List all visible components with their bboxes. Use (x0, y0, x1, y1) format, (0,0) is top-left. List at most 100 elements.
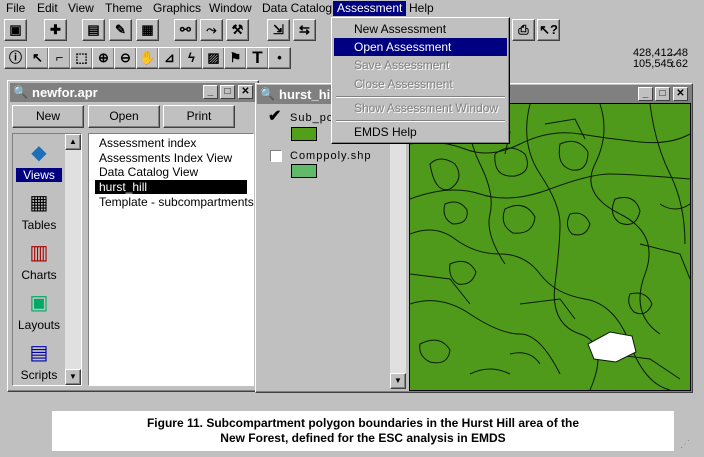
menu-separator (336, 96, 505, 98)
menu-emds-help[interactable]: EMDS Help (334, 123, 507, 141)
zoom-in-icon: ⊕ (98, 50, 109, 65)
menu-show-assessment-window: Show Assessment Window (354, 101, 499, 115)
list-item[interactable]: Assessment index (97, 136, 198, 150)
print-doc-button[interactable]: Print (163, 105, 235, 128)
doc-type-strip: ◆ Views ▦ Tables ▥ Charts ▣ Layouts ▤ Sc… (12, 133, 82, 386)
print-button[interactable]: ⎙ (512, 19, 535, 41)
doc-type-layouts[interactable]: ▣ Layouts (16, 288, 62, 332)
menu-open-assessment[interactable]: Open Assessment (334, 38, 507, 56)
magnifier-icon: 🔍 (260, 87, 275, 101)
open-table-button[interactable]: ▦ (136, 19, 159, 41)
project-window-title: newfor.apr (32, 85, 98, 100)
menu-separator (336, 120, 505, 122)
menu-edit[interactable]: Edit (33, 1, 62, 16)
chart-doc-icon: ▥ (29, 242, 49, 264)
theme-checkbox-unchecked[interactable] (270, 150, 282, 162)
menu-bar: File Edit View Theme Graphics Window Dat… (0, 0, 704, 17)
menu-graphics[interactable]: Graphics (149, 1, 205, 16)
hotlink-tool[interactable]: ϟ (180, 47, 203, 69)
menu-help[interactable]: Help (405, 1, 438, 16)
locate-address-button[interactable]: ⤳ (200, 19, 223, 41)
pointer-tool[interactable]: ↖ (26, 47, 49, 69)
menu-view[interactable]: View (64, 1, 98, 16)
new-button[interactable]: New (12, 105, 84, 128)
brush-icon: ✎ (115, 22, 126, 37)
measure-icon: ⊿ (164, 50, 175, 65)
menu-new-assessment[interactable]: New Assessment (334, 20, 507, 38)
zoom-in-tool[interactable]: ⊕ (92, 47, 115, 69)
caption-line-1: Figure 11. Subcompartment polygon bounda… (146, 416, 580, 430)
vertex-edit-tool[interactable]: ⌐ (48, 47, 71, 69)
polygon-boundaries (410, 104, 690, 390)
zoom-out-tool[interactable]: ⊖ (114, 47, 137, 69)
caption-line-2: New Forest, defined for the ESC analysis… (220, 431, 506, 445)
resize-grip-icon[interactable]: ⋰ (680, 438, 694, 452)
view-close-button[interactable]: ✕ (673, 87, 688, 101)
magnifier-icon: 🔍 (13, 85, 28, 99)
pointer-icon: ↖ (32, 50, 43, 65)
maximize-button[interactable]: □ (220, 85, 235, 99)
scroll-down-arrow[interactable]: ▼ (65, 369, 81, 385)
select-feature-icon: ⬚ (75, 50, 88, 65)
draw-point-tool[interactable]: • (268, 47, 291, 69)
menu-theme[interactable]: Theme (101, 1, 146, 16)
text-tool[interactable]: T (246, 47, 269, 69)
menu-file[interactable]: File (2, 1, 29, 16)
view-window-title: hurst_hill (279, 87, 338, 102)
binoculars-icon: ⚯ (180, 22, 191, 37)
find-button[interactable]: ⚯ (174, 19, 197, 41)
white-polygon (587, 331, 637, 363)
table-doc-icon: ▦ (29, 192, 49, 214)
map-display[interactable] (409, 103, 691, 391)
layout-doc-icon: ▣ (29, 292, 49, 314)
save-project-button[interactable]: ▣ (4, 19, 27, 41)
view-maximize-button[interactable]: □ (655, 87, 670, 101)
open-button[interactable]: Open (88, 105, 160, 128)
doc-type-scrollbar[interactable]: ▲ ▼ (65, 134, 81, 385)
label-icon: ⚑ (229, 50, 242, 65)
view-minimize-button[interactable]: _ (638, 87, 653, 101)
area-of-interest-tool[interactable]: ▨ (202, 47, 225, 69)
theme-legend-swatch (291, 127, 317, 141)
help-button[interactable]: ↖? (537, 19, 560, 41)
doc-type-charts[interactable]: ▥ Charts (16, 238, 62, 282)
list-item[interactable]: Data Catalog View (97, 165, 200, 179)
select-feature-tool[interactable]: ⬚ (70, 47, 93, 69)
theme-checkbox-checked[interactable]: ✔ (268, 109, 282, 125)
doc-type-views[interactable]: ◆ Views (16, 138, 62, 182)
project-window-titlebar[interactable]: 🔍 newfor.apr _ □ ✕ (10, 83, 256, 102)
edit-legend-button[interactable]: ✎ (109, 19, 132, 41)
identify-tool[interactable]: ⓘ (4, 47, 27, 69)
toc-scrollbar[interactable]: ▼ (390, 106, 406, 389)
list-item[interactable]: Assessments Index View (97, 151, 234, 165)
document-list: Assessment index Assessments Index View … (88, 133, 254, 386)
select-all-button[interactable]: ⇲ (267, 19, 290, 41)
scroll-up-arrow[interactable]: ▲ (65, 134, 81, 150)
doc-type-tables[interactable]: ▦ Tables (16, 188, 62, 232)
list-item[interactable]: Template - subcompartments (97, 195, 256, 209)
menu-data-catalog[interactable]: Data Catalog (258, 1, 336, 16)
list-item-selected[interactable]: hurst_hill (95, 180, 247, 194)
plus-icon: ✚ (50, 22, 61, 37)
theme-name[interactable]: Comppoly.shp (290, 150, 372, 162)
theme-name[interactable]: Sub_po (290, 112, 334, 124)
menu-window[interactable]: Window (205, 1, 256, 16)
minimize-button[interactable]: _ (203, 85, 218, 99)
toc-scroll-down-arrow[interactable]: ▼ (390, 373, 406, 389)
pan-tool[interactable]: ✋ (136, 47, 159, 69)
doc-type-scripts[interactable]: ▤ Scripts (16, 338, 62, 382)
switch-selection-button[interactable]: ⇆ (293, 19, 316, 41)
menu-assessment[interactable]: Assessment (333, 1, 407, 16)
add-theme-button[interactable]: ✚ (44, 19, 67, 41)
menu-save-assessment: Save Assessment (354, 58, 450, 72)
hand-icon: ✋ (139, 50, 156, 65)
theme-properties-button[interactable]: ▤ (82, 19, 105, 41)
measure-tool[interactable]: ⊿ (158, 47, 181, 69)
query-builder-button[interactable]: ⚒ (226, 19, 249, 41)
lightning-icon: ϟ (188, 50, 195, 65)
close-button[interactable]: ✕ (238, 85, 253, 99)
printer-icon: ⎙ (518, 22, 529, 37)
label-tool[interactable]: ⚑ (224, 47, 247, 69)
hammer-icon: ⚒ (231, 22, 244, 37)
vertical-arrow-icon: ↕ (670, 58, 676, 70)
